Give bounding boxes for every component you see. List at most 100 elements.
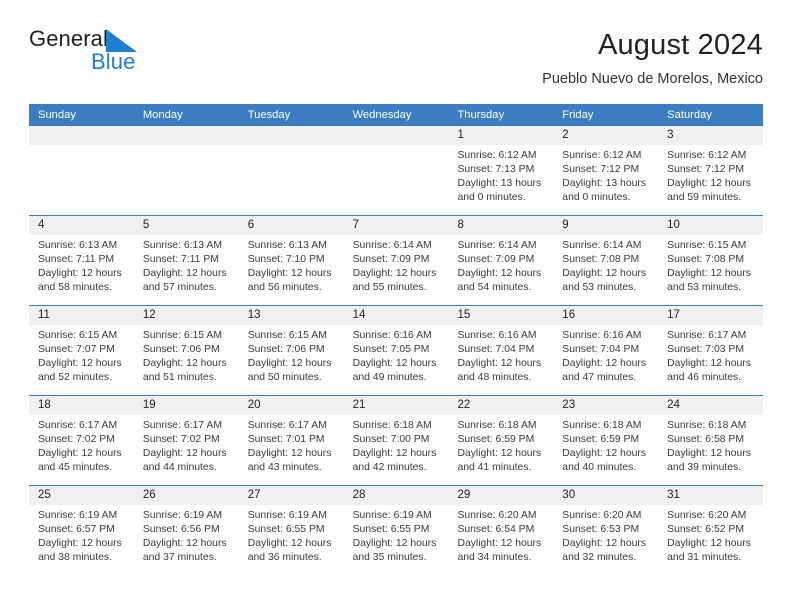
day-cell[interactable]: Sunrise: 6:19 AM Sunset: 6:55 PM Daylight:… [239, 505, 344, 575]
day-cell[interactable]: Sunrise: 6:12 AM Sunset: 7:12 PM Daylight:… [658, 145, 763, 215]
day-number-empty [344, 126, 449, 145]
day-number[interactable]: 21 [344, 396, 449, 415]
day-number[interactable]: 3 [658, 126, 763, 145]
sunset-text: Sunset: 7:02 PM [142, 434, 220, 446]
weekday-wednesday: Wednesday [352, 109, 412, 121]
sunrise-text: Sunrise: 6:18 AM [667, 420, 747, 431]
day-number[interactable]: 1 [448, 126, 553, 145]
day-cell[interactable]: Sunrise: 6:17 AM Sunset: 7:03 PM Daylight:… [658, 325, 763, 395]
day-cell[interactable]: Sunrise: 6:15 AM Sunset: 7:06 PM Daylight:… [134, 325, 239, 395]
sunrise-text: Sunrise: 6:17 AM [142, 420, 222, 431]
day-cell[interactable]: Sunrise: 6:13 AM Sunset: 7:11 PM Daylight:… [29, 235, 134, 305]
sunset-text: Sunset: 6:57 PM [38, 524, 115, 536]
sunset-text: Sunset: 7:11 PM [142, 254, 219, 266]
day-number[interactable]: 26 [134, 486, 239, 505]
day-number[interactable]: 12 [134, 306, 239, 325]
daylight-text-line2: and 57 minutes. [142, 282, 217, 294]
sunset-text: Sunset: 7:13 PM [457, 164, 535, 176]
day-number[interactable]: 14 [344, 306, 449, 325]
daylight-text-line2: and 58 minutes. [38, 282, 112, 294]
day-cell[interactable]: Sunrise: 6:15 AM Sunset: 7:06 PM Daylight:… [239, 325, 344, 395]
day-number[interactable]: 4 [29, 216, 134, 235]
day-cell[interactable]: Sunrise: 6:19 AM Sunset: 6:56 PM Daylight:… [134, 505, 239, 575]
day-number[interactable]: 17 [658, 306, 763, 325]
day-number[interactable]: 28 [344, 486, 449, 505]
day-number[interactable]: 7 [344, 216, 449, 235]
day-number[interactable]: 8 [448, 216, 553, 235]
sunrise-text: Sunrise: 6:20 AM [562, 510, 642, 521]
daylight-text-line2: and 39 minutes. [667, 462, 742, 474]
day-number[interactable]: 13 [239, 306, 344, 325]
day-cell[interactable]: Sunrise: 6:14 AM Sunset: 7:09 PM Daylight:… [448, 235, 553, 305]
day-cell[interactable]: Sunrise: 6:19 AM Sunset: 6:57 PM Daylight:… [29, 505, 134, 575]
day-cell-empty [344, 145, 449, 215]
day-number[interactable]: 19 [134, 396, 239, 415]
sunset-text: Sunset: 7:08 PM [667, 254, 744, 266]
day-cell[interactable]: Sunrise: 6:16 AM Sunset: 7:04 PM Daylight:… [448, 325, 553, 395]
day-number[interactable]: 18 [29, 396, 134, 415]
day-cell[interactable]: Sunrise: 6:18 AM Sunset: 6:58 PM Daylight:… [658, 415, 763, 485]
day-number[interactable]: 27 [239, 486, 344, 505]
sunrise-text: Sunrise: 6:15 AM [142, 330, 222, 341]
sunrise-text: Sunrise: 6:17 AM [38, 420, 118, 431]
day-cell[interactable]: Sunrise: 6:15 AM Sunset: 7:07 PM Daylight:… [29, 325, 134, 395]
day-cell[interactable]: Sunrise: 6:18 AM Sunset: 6:59 PM Daylight:… [448, 415, 553, 485]
sunrise-text: Sunrise: 6:18 AM [562, 420, 642, 431]
day-number[interactable]: 24 [658, 396, 763, 415]
day-cell[interactable]: Sunrise: 6:13 AM Sunset: 7:11 PM Daylight:… [134, 235, 239, 305]
week-date-number-band: 123 [29, 126, 763, 145]
daylight-text-line1: Daylight: 12 hours [667, 178, 751, 190]
day-number[interactable]: 11 [29, 306, 134, 325]
day-cell[interactable]: Sunrise: 6:17 AM Sunset: 7:02 PM Daylight:… [29, 415, 134, 485]
daylight-text-line1: Daylight: 12 hours [142, 538, 227, 550]
day-number[interactable]: 29 [448, 486, 553, 505]
day-cell[interactable]: Sunrise: 6:12 AM Sunset: 7:13 PM Daylight:… [448, 145, 553, 215]
daylight-text-line1: Daylight: 12 hours [562, 268, 647, 280]
day-number[interactable]: 30 [553, 486, 658, 505]
day-number[interactable]: 31 [658, 486, 763, 505]
daylight-text-line1: Daylight: 12 hours [667, 538, 751, 550]
day-cell[interactable]: Sunrise: 6:20 AM Sunset: 6:54 PM Daylight:… [448, 505, 553, 575]
day-number[interactable]: 6 [239, 216, 344, 235]
day-cell[interactable]: Sunrise: 6:12 AM Sunset: 7:12 PM Daylight:… [553, 145, 658, 215]
calendar-weeks: 1 2 3 Sunrise: 6:12 AM Sunset: 7:13 PM Daylig… [29, 126, 763, 575]
daylight-text-line1: Daylight: 12 hours [247, 538, 332, 550]
day-number[interactable]: 25 [29, 486, 134, 505]
day-cell[interactable]: Sunrise: 6:15 AM Sunset: 7:08 PM Daylight:… [658, 235, 763, 305]
day-number[interactable]: 9 [553, 216, 658, 235]
daylight-text-line2: and 59 minutes. [667, 192, 742, 204]
day-cell[interactable]: Sunrise: 6:18 AM Sunset: 7:00 PM Daylight:… [344, 415, 449, 485]
sunrise-text: Sunrise: 6:15 AM [38, 330, 118, 341]
sunrise-text: Sunrise: 6:15 AM [247, 330, 327, 341]
day-cell[interactable]: Sunrise: 6:18 AM Sunset: 6:59 PM Daylight:… [553, 415, 658, 485]
day-number[interactable]: 23 [553, 396, 658, 415]
calendar-grid: Sunday Monday Tuesday Wednesday Thursday… [29, 104, 763, 575]
day-cell[interactable]: Sunrise: 6:14 AM Sunset: 7:09 PM Daylight:… [344, 235, 449, 305]
day-number[interactable]: 2 [553, 126, 658, 145]
weekday-sunday: Sunday [38, 109, 76, 121]
daylight-text-line2: and 52 minutes. [38, 372, 112, 384]
daylight-text-line2: and 54 minutes. [457, 282, 532, 294]
day-cell[interactable]: Sunrise: 6:16 AM Sunset: 7:04 PM Daylight:… [553, 325, 658, 395]
day-cell[interactable]: Sunrise: 6:17 AM Sunset: 7:02 PM Daylight:… [134, 415, 239, 485]
day-number[interactable]: 15 [448, 306, 553, 325]
day-cell[interactable]: Sunrise: 6:14 AM Sunset: 7:08 PM Daylight:… [553, 235, 658, 305]
sunset-text: Sunset: 7:00 PM [352, 434, 430, 446]
day-number[interactable]: 16 [553, 306, 658, 325]
day-number[interactable]: 20 [239, 396, 344, 415]
day-cell[interactable]: Sunrise: 6:13 AM Sunset: 7:10 PM Daylight:… [239, 235, 344, 305]
day-number[interactable]: 10 [658, 216, 763, 235]
day-cell[interactable]: Sunrise: 6:16 AM Sunset: 7:05 PM Daylight:… [344, 325, 449, 395]
generalblue-logo[interactable]: General Blue [29, 26, 229, 82]
daylight-text-line1: Daylight: 12 hours [457, 268, 542, 280]
day-number[interactable]: 5 [134, 216, 239, 235]
sunset-text: Sunset: 7:03 PM [667, 344, 744, 356]
day-cell[interactable]: Sunrise: 6:19 AM Sunset: 6:55 PM Daylight:… [344, 505, 449, 575]
day-cell[interactable]: Sunrise: 6:20 AM Sunset: 6:53 PM Daylight:… [553, 505, 658, 575]
daylight-text-line1: Daylight: 12 hours [352, 448, 437, 460]
day-cell[interactable]: Sunrise: 6:17 AM Sunset: 7:01 PM Daylight:… [239, 415, 344, 485]
weekday-tuesday: Tuesday [247, 109, 291, 121]
sunrise-text: Sunrise: 6:14 AM [352, 240, 432, 251]
day-cell[interactable]: Sunrise: 6:20 AM Sunset: 6:52 PM Daylight:… [658, 505, 763, 575]
day-number[interactable]: 22 [448, 396, 553, 415]
